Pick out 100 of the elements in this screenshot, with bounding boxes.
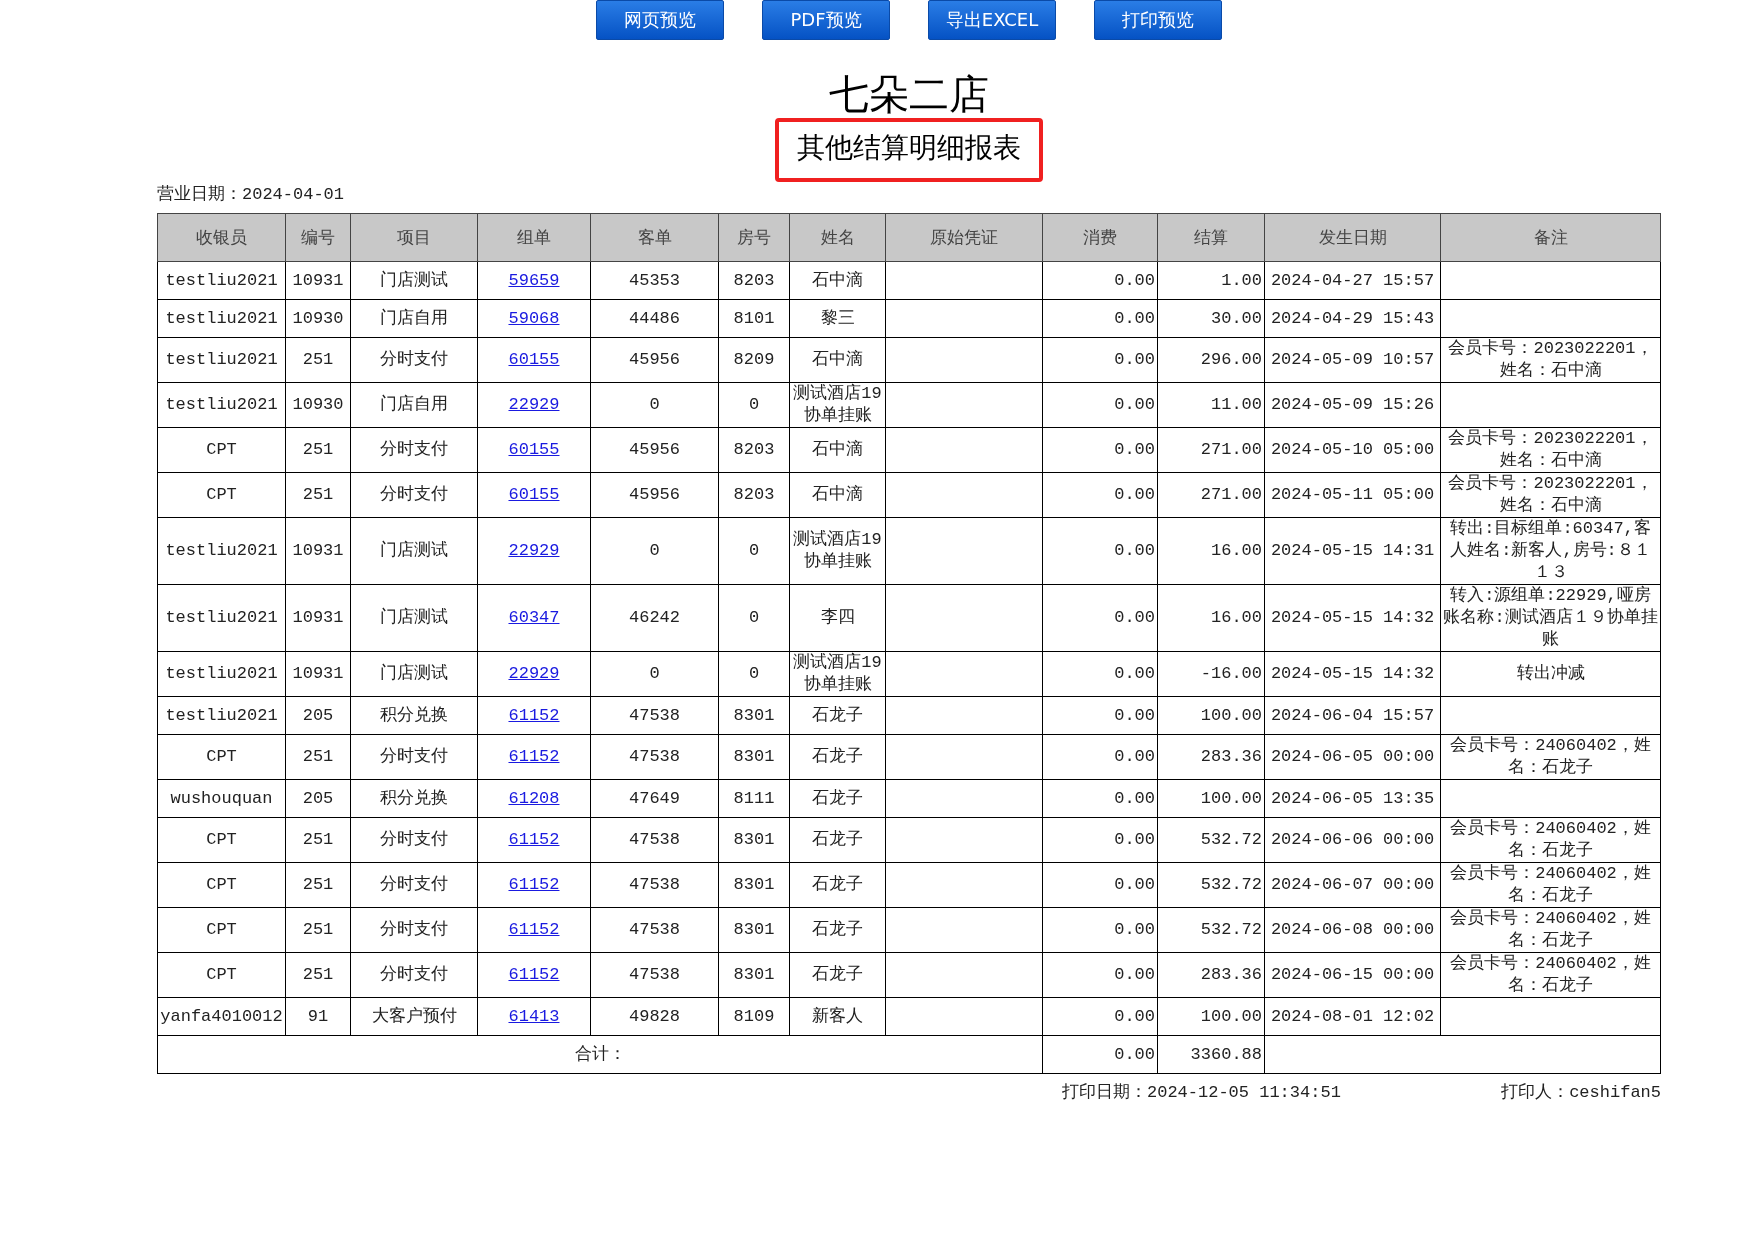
table-cell: 2024-06-05 00:00 — [1264, 734, 1441, 780]
table-cell: 石中滴 — [789, 337, 886, 383]
total-cell: 0.00 — [1042, 1035, 1158, 1074]
table-cell: 8301 — [718, 817, 790, 863]
table-cell: 251 — [285, 817, 351, 863]
table-cell: 会员卡号：24060402，姓名：石龙子 — [1440, 817, 1661, 863]
table-cell: 8301 — [718, 952, 790, 998]
table-cell: CPT — [157, 427, 286, 473]
table-cell: 49828 — [590, 997, 719, 1036]
store-title: 七朵二店 — [829, 72, 989, 116]
table-cell: 251 — [285, 734, 351, 780]
total-cell: 3360.88 — [1157, 1035, 1265, 1074]
total-label: 合计： — [157, 1035, 1043, 1074]
table-cell: 2024-05-09 15:26 — [1264, 382, 1441, 428]
business-date: 营业日期：2024-04-01 — [157, 184, 345, 205]
table-cell: testliu2021 — [157, 337, 286, 383]
table-cell: 271.00 — [1157, 472, 1265, 518]
table-cell: 16.00 — [1157, 517, 1265, 585]
table-cell: CPT — [157, 734, 286, 780]
table-cell: 205 — [285, 779, 351, 818]
table-cell: 47649 — [590, 779, 719, 818]
group-order-link[interactable]: 60155 — [508, 485, 560, 504]
table-cell: 47538 — [590, 907, 719, 953]
table-cell: 271.00 — [1157, 427, 1265, 473]
table-cell: 100.00 — [1157, 997, 1265, 1036]
table-cell: 2024-05-10 05:00 — [1264, 427, 1441, 473]
group-order-link[interactable]: 22929 — [508, 541, 560, 560]
column-header: 收银员 — [157, 213, 286, 262]
table-cell: 91 — [285, 997, 351, 1036]
table-cell: 30.00 — [1157, 299, 1265, 338]
table-cell: 分时支付 — [350, 907, 478, 953]
group-order-link[interactable]: 61152 — [508, 875, 560, 894]
group-order-link[interactable]: 60155 — [508, 440, 560, 459]
table-cell: 分时支付 — [350, 427, 478, 473]
report-title: 其他结算明细报表 — [797, 130, 1021, 166]
group-order-link[interactable]: 61152 — [508, 830, 560, 849]
table-cell: 10931 — [285, 517, 351, 585]
table-cell: 测试酒店19协单挂账 — [789, 517, 886, 585]
toolbar-button[interactable]: 导出EXCEL — [928, 0, 1056, 40]
table-cell: 296.00 — [1157, 337, 1265, 383]
table-cell: 0.00 — [1042, 734, 1158, 780]
table-cell: 李四 — [789, 584, 886, 652]
column-header: 原始凭证 — [885, 213, 1043, 262]
table-cell: 283.36 — [1157, 952, 1265, 998]
table-cell: 0 — [718, 651, 790, 697]
table-cell: 会员卡号：24060402，姓名：石龙子 — [1440, 952, 1661, 998]
table-cell: 8203 — [718, 472, 790, 518]
table-cell: 8109 — [718, 997, 790, 1036]
column-header: 编号 — [285, 213, 351, 262]
toolbar-button[interactable]: PDF预览 — [762, 0, 890, 40]
table-cell: 8101 — [718, 299, 790, 338]
toolbar-button[interactable]: 网页预览 — [596, 0, 724, 40]
table-cell: 2024-04-29 15:43 — [1264, 299, 1441, 338]
table-cell: 8301 — [718, 907, 790, 953]
table-cell: 石中滴 — [789, 261, 886, 300]
table-cell: 转出冲减 — [1440, 651, 1661, 697]
table-cell: 分时支付 — [350, 862, 478, 908]
table-cell: 测试酒店19协单挂账 — [789, 651, 886, 697]
table-cell: 黎三 — [789, 299, 886, 338]
table-cell: 2024-05-09 10:57 — [1264, 337, 1441, 383]
table-cell: 16.00 — [1157, 584, 1265, 652]
table-cell: 0.00 — [1042, 696, 1158, 735]
group-order-link[interactable]: 61152 — [508, 747, 560, 766]
table-cell: CPT — [157, 907, 286, 953]
table-cell: 45353 — [590, 261, 719, 300]
group-order-link[interactable]: 61152 — [508, 965, 560, 984]
group-order-link[interactable]: 22929 — [508, 395, 560, 414]
table-cell: 8209 — [718, 337, 790, 383]
table-cell: 门店自用 — [350, 299, 478, 338]
table-cell: 2024-06-06 00:00 — [1264, 817, 1441, 863]
group-order-link[interactable]: 60155 — [508, 350, 560, 369]
table-cell: 44486 — [590, 299, 719, 338]
column-header: 房号 — [718, 213, 790, 262]
table-cell: 0.00 — [1042, 517, 1158, 585]
table-cell: 转出:目标组单:60347,客人姓名:新客人,房号:８１１３ — [1440, 517, 1661, 585]
table-cell: 会员卡号：2023022201，姓名：石中滴 — [1440, 337, 1661, 383]
group-order-link[interactable]: 61152 — [508, 920, 560, 939]
group-order-link[interactable]: 60347 — [508, 608, 560, 627]
column-header: 发生日期 — [1264, 213, 1441, 262]
table-cell: 0 — [718, 584, 790, 652]
table-cell: 8301 — [718, 862, 790, 908]
table-cell: 2024-05-15 14:31 — [1264, 517, 1441, 585]
table-cell: 0.00 — [1042, 952, 1158, 998]
group-order-link[interactable]: 22929 — [508, 664, 560, 683]
print-date: 打印日期：2024-12-05 11:34:51 — [1062, 1082, 1341, 1103]
table-cell: 532.72 — [1157, 817, 1265, 863]
table-cell: yanfa4010012 — [157, 997, 286, 1036]
table-cell: 47538 — [590, 734, 719, 780]
table-cell: 0 — [718, 517, 790, 585]
table-cell: wushouquan — [157, 779, 286, 818]
table-cell: 47538 — [590, 817, 719, 863]
table-cell: 门店测试 — [350, 517, 478, 585]
table-cell: 0.00 — [1042, 299, 1158, 338]
table-cell: testliu2021 — [157, 261, 286, 300]
table-cell: 0.00 — [1042, 907, 1158, 953]
table-cell: 0.00 — [1042, 779, 1158, 818]
table-cell: 积分兑换 — [350, 779, 478, 818]
table-cell: 新客人 — [789, 997, 886, 1036]
table-cell: 251 — [285, 862, 351, 908]
toolbar-button[interactable]: 打印预览 — [1094, 0, 1222, 40]
